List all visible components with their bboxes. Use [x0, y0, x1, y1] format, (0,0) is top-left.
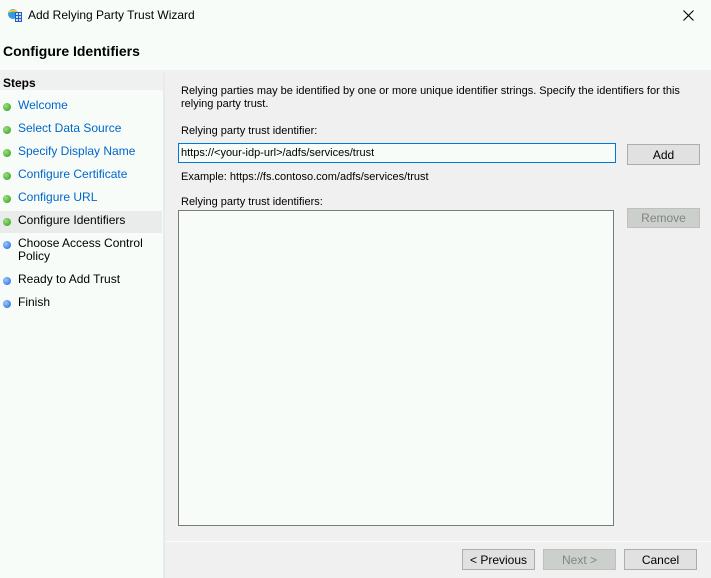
step-pending-icon: [3, 241, 11, 249]
step-complete-icon: [3, 103, 11, 111]
add-button[interactable]: Add: [627, 144, 700, 165]
step-label: Configure Certificate: [18, 167, 128, 181]
footer-divider: [166, 541, 711, 542]
cancel-button[interactable]: Cancel: [624, 549, 697, 570]
step-label: Configure URL: [18, 190, 98, 204]
step-welcome[interactable]: Welcome: [0, 96, 162, 118]
remove-button[interactable]: Remove: [627, 208, 700, 228]
step-configure-identifiers: Configure Identifiers: [0, 211, 162, 233]
title-bar: Add Relying Party Trust Wizard: [0, 0, 711, 32]
step-label: Finish: [18, 295, 51, 309]
step-pending-icon: [3, 300, 11, 308]
step-finish: Finish: [0, 293, 162, 315]
steps-sidebar: Steps Welcome Select Data Source Specify…: [0, 72, 165, 578]
step-pending-icon: [3, 277, 11, 285]
page-header: Configure Identifiers: [0, 32, 711, 70]
step-current-icon: [3, 218, 11, 226]
step-label: Ready to Add Trust: [18, 272, 121, 286]
identifier-input[interactable]: [178, 143, 616, 163]
step-configure-certificate[interactable]: Configure Certificate: [0, 165, 162, 187]
step-ready-to-add-trust: Ready to Add Trust: [0, 270, 162, 292]
step-complete-icon: [3, 195, 11, 203]
step-label: Specify Display Name: [18, 144, 136, 158]
close-button[interactable]: [665, 0, 711, 30]
identifiers-label: Relying party trust identifiers:: [181, 196, 323, 208]
identifiers-list[interactable]: [178, 210, 614, 526]
steps-heading: Steps: [0, 72, 163, 90]
step-complete-icon: [3, 126, 11, 134]
description-text: Relying parties may be identified by one…: [181, 85, 680, 110]
close-icon: [682, 9, 694, 21]
adfs-wizard-icon: [8, 9, 22, 22]
step-select-data-source[interactable]: Select Data Source: [0, 119, 162, 141]
step-complete-icon: [3, 172, 11, 180]
main-panel: Relying parties may be identified by one…: [166, 72, 711, 578]
step-label: Select Data Source: [18, 121, 122, 135]
steps-heading-label: Steps: [3, 76, 36, 90]
example-text: Example: https://fs.contoso.com/adfs/ser…: [181, 171, 429, 183]
step-label: Welcome: [18, 98, 68, 112]
step-choose-access-control-policy: Choose Access Control Policy: [0, 234, 162, 268]
page-title: Configure Identifiers: [3, 43, 140, 59]
step-complete-icon: [3, 149, 11, 157]
identifier-label: Relying party trust identifier:: [181, 125, 318, 137]
step-specify-display-name[interactable]: Specify Display Name: [0, 142, 162, 164]
step-configure-url[interactable]: Configure URL: [0, 188, 162, 210]
previous-button[interactable]: < Previous: [462, 549, 535, 570]
next-button[interactable]: Next >: [543, 549, 616, 570]
step-label: Configure Identifiers: [18, 213, 126, 227]
window-title: Add Relying Party Trust Wizard: [28, 8, 195, 22]
step-label: Choose Access Control Policy: [18, 236, 143, 263]
